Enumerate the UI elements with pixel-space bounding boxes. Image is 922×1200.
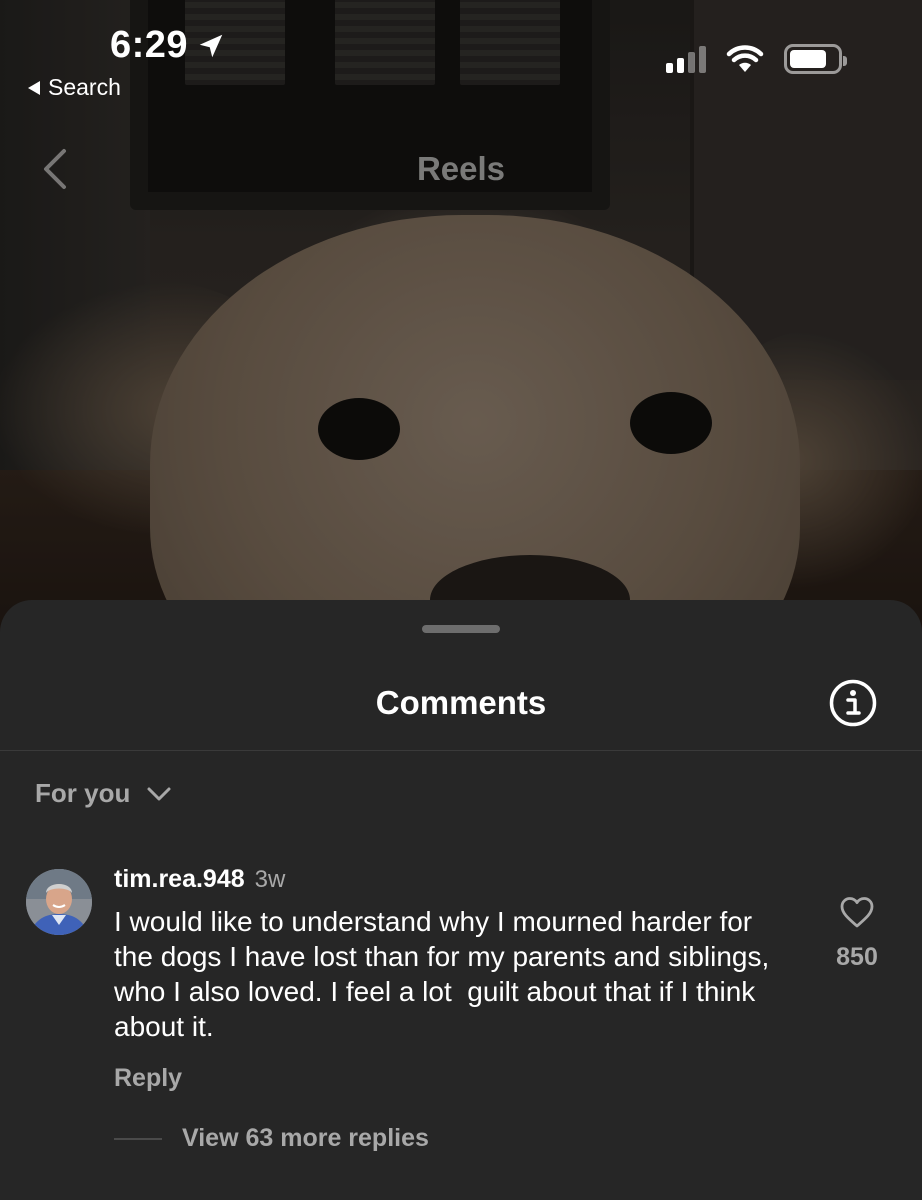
view-replies-label: View 63 more replies	[182, 1124, 429, 1152]
comment-text: I would like to understand why I mourned…	[114, 906, 778, 1042]
comments-sheet: Comments For you tim.rea.948 3w I would …	[0, 600, 922, 1200]
chevron-down-icon	[147, 787, 171, 800]
info-icon[interactable]	[828, 678, 878, 728]
comment-username[interactable]: tim.rea.948	[114, 865, 245, 894]
status-time: 6:29	[110, 24, 226, 67]
comment-body: tim.rea.948 3w I would like to understan…	[114, 865, 794, 1093]
view-replies-button[interactable]: View 63 more replies	[114, 1124, 429, 1153]
reels-title: Reels	[416, 150, 506, 187]
video-dim-overlay	[0, 0, 922, 640]
avatar[interactable]	[26, 869, 92, 935]
cellular-signal-icon	[666, 45, 706, 73]
comments-title: Comments	[375, 684, 547, 721]
back-to-search-button[interactable]: Search	[28, 74, 121, 101]
replies-divider-line	[114, 1137, 162, 1140]
sort-label: For you	[35, 778, 131, 808]
reel-video-frame[interactable]	[0, 0, 922, 640]
sort-dropdown[interactable]: For you	[35, 778, 172, 809]
like-count: 850	[836, 943, 878, 971]
heart-outline-icon[interactable]	[839, 895, 875, 929]
sheet-grabber[interactable]	[422, 625, 500, 633]
status-time-text: 6:29	[110, 24, 189, 66]
status-indicators	[666, 44, 847, 74]
wifi-icon	[726, 45, 764, 72]
comment-header: tim.rea.948 3w	[114, 865, 794, 894]
back-triangle-icon	[28, 80, 40, 95]
like-control: 850	[822, 895, 892, 972]
sheet-divider	[0, 750, 922, 751]
comment-timestamp: 3w	[254, 866, 286, 893]
back-to-search-label: Search	[48, 74, 121, 100]
battery-icon	[784, 44, 847, 74]
reply-button[interactable]: Reply	[114, 1064, 794, 1093]
location-arrow-icon	[199, 34, 223, 57]
